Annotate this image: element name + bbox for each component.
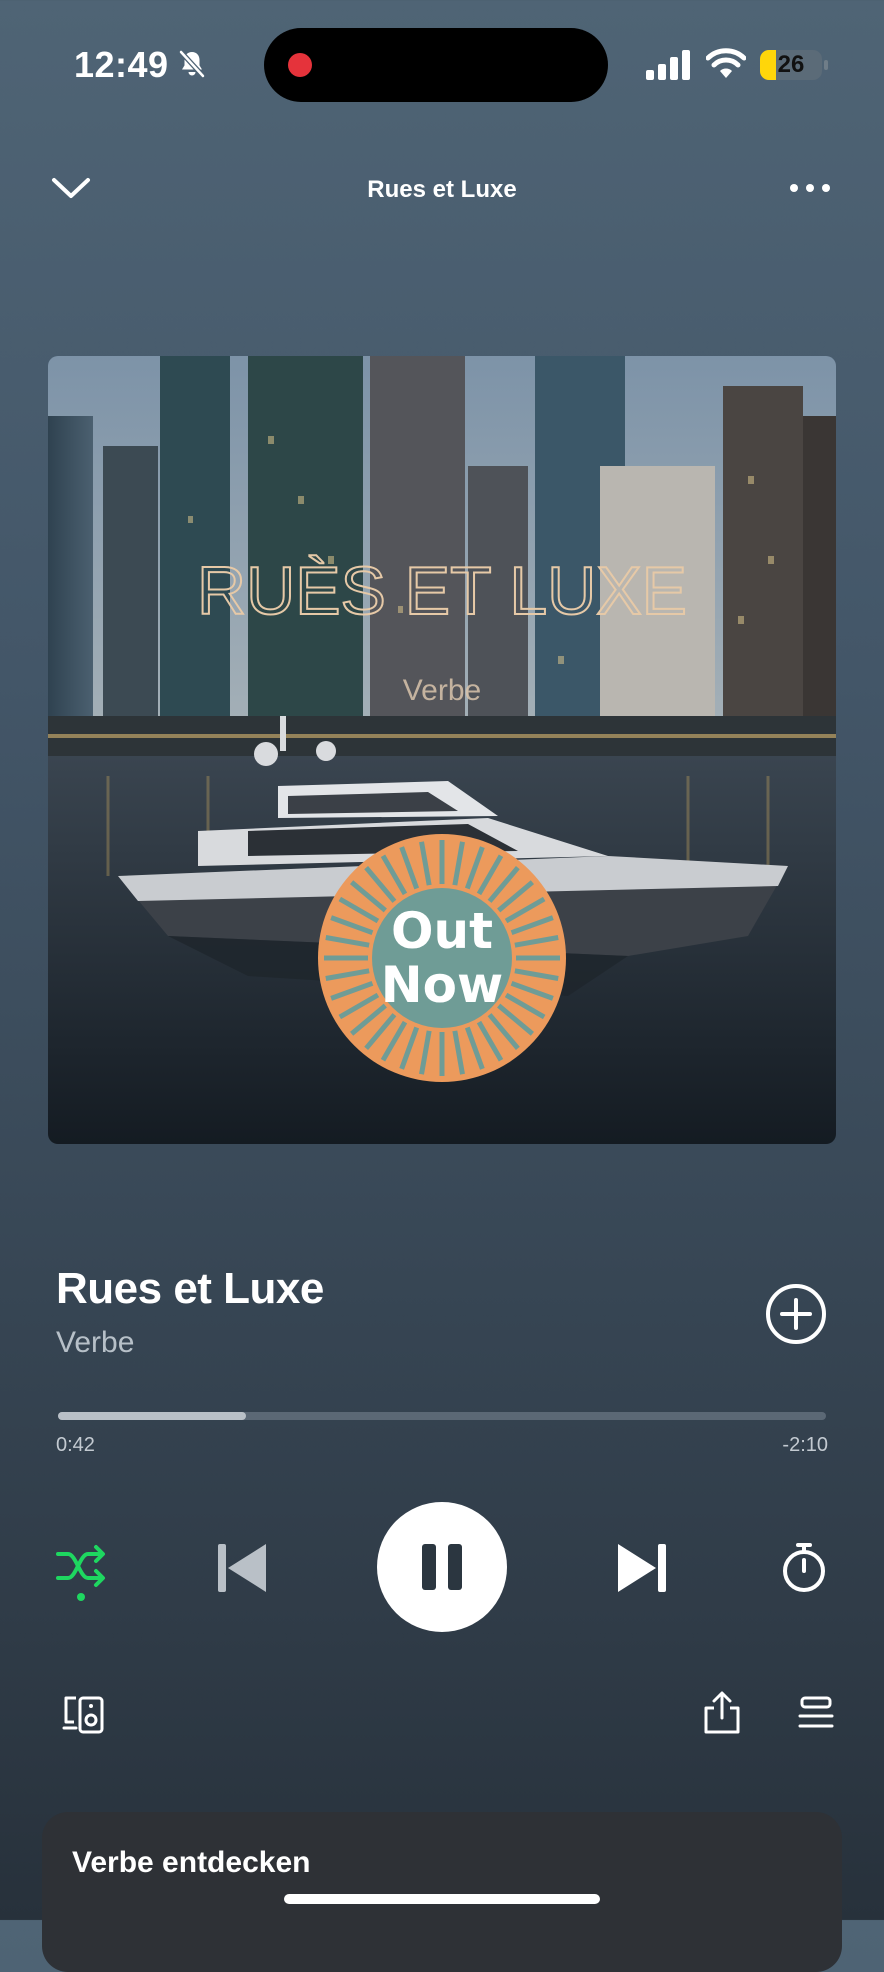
player-header: Rues et Luxe	[0, 160, 884, 220]
pause-button[interactable]	[377, 1502, 507, 1632]
status-time: 12:49	[74, 44, 169, 85]
track-title: Rues et Luxe	[56, 1264, 324, 1313]
home-indicator[interactable]	[284, 1894, 600, 1904]
progress-fill	[58, 1412, 247, 1420]
shuffle-active-indicator	[77, 1593, 85, 1601]
battery-indicator: 26	[760, 50, 822, 80]
timer-icon[interactable]	[776, 1540, 832, 1596]
track-artist[interactable]: Verbe	[56, 1326, 134, 1360]
dynamic-island	[264, 28, 608, 102]
artwork-artist: Verbe	[403, 674, 481, 707]
remaining-time: -2:10	[782, 1434, 828, 1456]
album-artwork: RUÈS ET LUXE Verbe Out Now	[48, 356, 836, 1144]
discover-artist-card[interactable]: Verbe entdecken	[42, 1812, 842, 1972]
shuffle-icon[interactable]	[54, 1542, 110, 1590]
artwork-illustration: RUÈS ET LUXE Verbe Out Now	[48, 356, 836, 1144]
recording-indicator	[288, 53, 312, 77]
connect-devices-icon[interactable]	[62, 1692, 106, 1736]
plus-circle-icon[interactable]	[764, 1282, 828, 1346]
battery-percent: 26	[777, 51, 805, 78]
progress-bar[interactable]	[58, 1412, 826, 1420]
bell-muted-icon	[179, 50, 205, 78]
badge-line-1: Out	[391, 902, 493, 960]
header-title: Rues et Luxe	[367, 176, 517, 203]
pause-icon	[422, 1544, 436, 1590]
out-now-badge: Out Now	[318, 834, 566, 1082]
cellular-signal-icon	[646, 50, 690, 80]
skip-previous-icon[interactable]	[214, 1540, 270, 1596]
badge-line-2: Now	[381, 956, 503, 1014]
status-bar: 12:49 26	[0, 0, 884, 120]
queue-icon[interactable]	[796, 1694, 836, 1734]
share-icon[interactable]	[700, 1690, 744, 1736]
wifi-icon	[706, 48, 746, 78]
artwork-headline: RUÈS ET LUXE	[197, 553, 687, 629]
discover-card-title: Verbe entdecken	[72, 1846, 311, 1879]
elapsed-time: 0:42	[56, 1434, 95, 1456]
pause-icon-bar	[448, 1544, 462, 1590]
more-dots-icon[interactable]	[788, 182, 832, 194]
skip-next-icon[interactable]	[614, 1540, 670, 1596]
battery-cap	[824, 60, 828, 70]
